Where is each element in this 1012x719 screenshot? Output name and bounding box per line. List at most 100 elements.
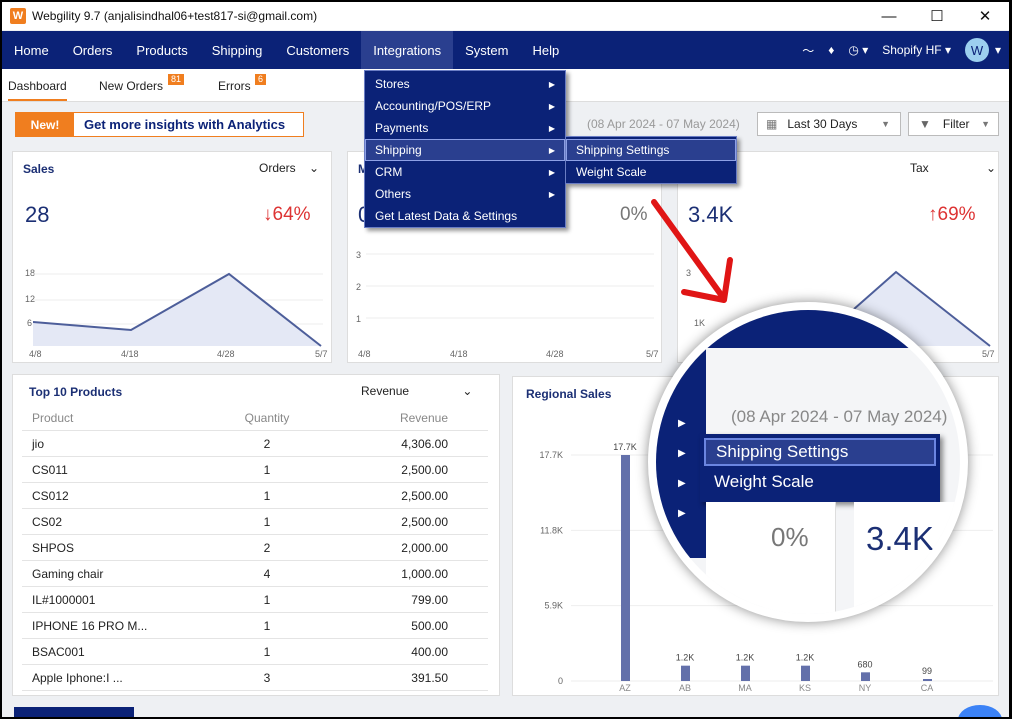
top-products-title: Top 10 Products: [29, 385, 123, 399]
sales-change: ↓64%: [263, 204, 311, 225]
menu-item-others-label: Others: [375, 187, 412, 201]
bottom-button[interactable]: [14, 707, 134, 717]
alarm-icon[interactable]: ◷ ▾: [848, 43, 868, 57]
magnified-pct: 0%: [771, 522, 809, 552]
y-tick: 6: [27, 318, 33, 328]
sales-area: [33, 274, 321, 346]
activity-icon[interactable]: 〜: [802, 42, 814, 59]
tax-dropdown-label: Tax: [910, 161, 929, 175]
analytics-banner[interactable]: New! Get more insights with Analytics: [15, 112, 304, 137]
menu-products[interactable]: Products: [124, 31, 199, 69]
table-row[interactable]: CS012 1 2,500.00: [22, 483, 488, 509]
menu-item-others[interactable]: Others ▶: [365, 183, 565, 205]
user-menu[interactable]: W ▾: [964, 38, 1001, 62]
x-tick: NY: [859, 683, 872, 692]
menu-customers[interactable]: Customers: [274, 31, 361, 69]
annotation-arrow: [651, 199, 733, 303]
product-quantity: 4: [263, 566, 271, 581]
tax-dropdown[interactable]: Tax ⌄: [910, 161, 996, 175]
col-quantity: Quantity: [244, 410, 290, 425]
table-row[interactable]: IPHONE 16 PRO M... 1 500.00: [22, 613, 488, 639]
bar-AZ[interactable]: [621, 455, 630, 681]
magnified-card: [706, 502, 836, 614]
shipping-submenu: Shipping Settings Weight Scale: [565, 136, 737, 184]
store-selector[interactable]: Shopify HF ▾: [882, 43, 951, 57]
menu-item-weight-scale[interactable]: Weight Scale: [566, 161, 736, 183]
menu-item-stores-label: Stores: [375, 77, 410, 91]
table-row[interactable]: SHPOS 2 2,000.00: [22, 535, 488, 561]
menu-item-get-latest-data[interactable]: Get Latest Data & Settings: [365, 205, 565, 227]
menu-integrations[interactable]: Integrations: [361, 31, 454, 69]
top-products-dropdown-label: Revenue: [361, 384, 410, 398]
sales-change-value: 64%: [272, 204, 311, 225]
magnified-date-range: (08 Apr 2024 - 07 May 2024): [731, 407, 948, 426]
store-name: Shopify HF: [882, 43, 942, 57]
table-row[interactable]: CS011 1 2,500.00: [22, 457, 488, 483]
menu-orders[interactable]: Orders: [61, 31, 125, 69]
magnified-menubar: [656, 310, 960, 348]
product-name: CS012: [32, 488, 69, 503]
table-row[interactable]: Apple Iphone:I ... 3 391.50: [22, 665, 488, 691]
minimize-icon[interactable]: —: [865, 2, 913, 30]
magnified-value: 3.4K: [866, 520, 934, 557]
tab-new-orders[interactable]: New Orders 81: [99, 74, 185, 93]
sales-metric-dropdown[interactable]: Orders ⌄: [259, 161, 319, 175]
chevron-right-icon: ▶: [548, 145, 555, 155]
chevron-right-icon: ▶: [548, 167, 555, 177]
x-tick: 4/28: [546, 349, 564, 359]
bar-label: 1.2K: [736, 653, 755, 663]
product-name: Apple Iphone:I ...: [32, 670, 123, 685]
sales-chart: [33, 272, 323, 347]
bar-AB[interactable]: [681, 665, 690, 681]
menu-item-shipping[interactable]: Shipping ▶: [365, 139, 565, 161]
maximize-icon[interactable]: ☐: [913, 2, 961, 30]
menu-item-shipping-settings[interactable]: Shipping Settings: [566, 139, 736, 161]
period-select[interactable]: ▦ Last 30 Days ▼: [757, 112, 901, 136]
bar-KS[interactable]: [801, 665, 810, 681]
menu-home[interactable]: Home: [2, 31, 61, 69]
app-logo-icon: W: [10, 8, 26, 24]
errors-badge: 6: [255, 74, 267, 85]
tab-errors[interactable]: Errors 6: [218, 74, 267, 93]
x-tick: MA: [738, 683, 752, 692]
table-row[interactable]: CS02 1 2,500.00: [22, 509, 488, 535]
bar-label: 99: [922, 666, 932, 676]
menu-item-crm[interactable]: CRM ▶: [365, 161, 565, 183]
title-bar: W Webgility 9.7 (anjalisindhal06+test817…: [2, 2, 1009, 30]
filter-button[interactable]: ▼ Filter ▼: [908, 112, 999, 136]
product-name: IL#1000001: [32, 592, 96, 607]
magnified-weight-scale: Weight Scale: [714, 472, 814, 491]
product-quantity: 1: [263, 644, 271, 659]
table-row[interactable]: BSAC001 1 400.00: [22, 639, 488, 665]
top-products-dropdown[interactable]: Revenue ⌄: [361, 384, 472, 398]
bar-MA[interactable]: [741, 665, 750, 681]
bar-CA[interactable]: [923, 679, 932, 681]
close-icon[interactable]: ✕: [961, 2, 1009, 30]
x-tick: 4/8: [29, 349, 42, 359]
table-row[interactable]: IL#1000001 1 799.00: [22, 587, 488, 613]
table-row[interactable]: Gaming chair 4 1,000.00: [22, 561, 488, 587]
product-name: BSAC001: [32, 644, 85, 659]
y-tick: 17.7K: [539, 450, 563, 460]
menu-help[interactable]: Help: [520, 31, 571, 69]
bar-NY[interactable]: [861, 672, 870, 681]
tab-dashboard[interactable]: Dashboard: [8, 79, 67, 101]
menu-item-accounting[interactable]: Accounting/POS/ERP ▶: [365, 95, 565, 117]
bar-label: 1.2K: [676, 653, 695, 663]
chevron-right-icon: ▶: [548, 123, 555, 133]
product-name: Gaming chair: [32, 566, 104, 581]
product-revenue: 1,000.00: [401, 566, 448, 581]
menu-item-payments[interactable]: Payments ▶: [365, 117, 565, 139]
help-chat-icon[interactable]: [958, 705, 1002, 717]
table-row[interactable]: jio 2 4,306.00: [22, 431, 488, 457]
new-orders-badge: 81: [168, 74, 185, 85]
chevron-right-icon: ▶: [548, 101, 555, 111]
menu-system[interactable]: System: [453, 31, 520, 69]
menu-shipping[interactable]: Shipping: [200, 31, 275, 69]
sales-value: 28: [25, 202, 50, 227]
menu-item-stores[interactable]: Stores ▶: [365, 73, 565, 95]
period-select-value: Last 30 Days: [787, 117, 858, 131]
bell-icon[interactable]: ♦: [828, 43, 834, 57]
product-quantity: 1: [263, 514, 271, 529]
product-quantity: 1: [263, 592, 271, 607]
